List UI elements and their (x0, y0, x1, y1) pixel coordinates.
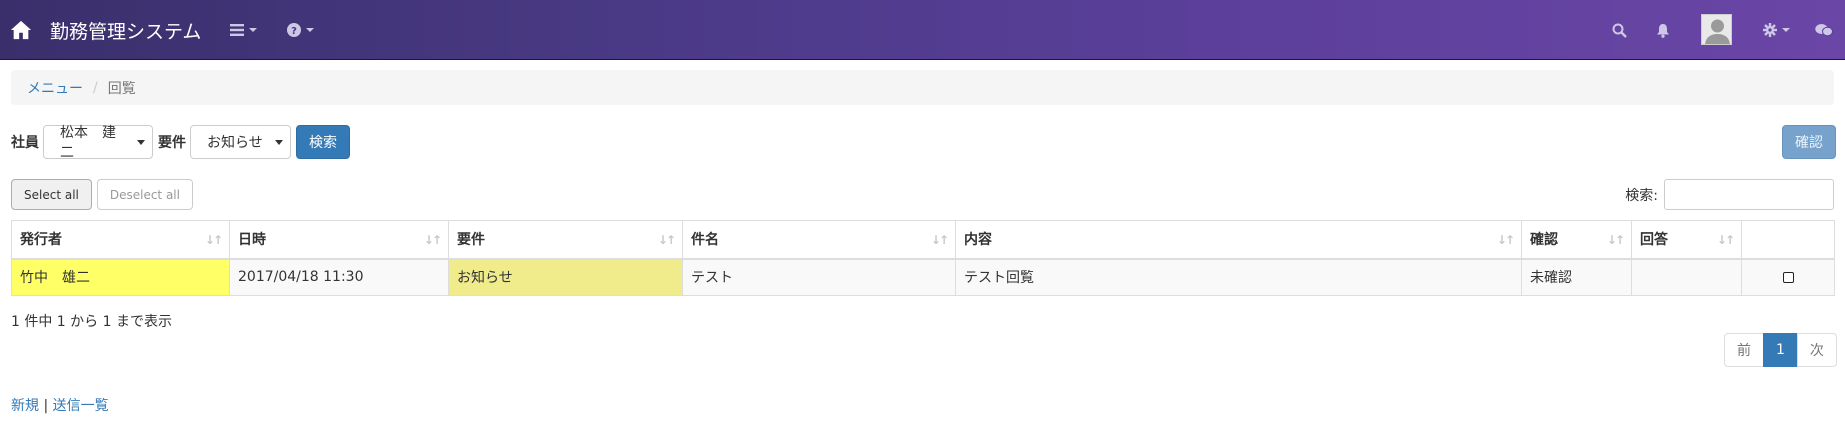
column-header-datetime[interactable]: 日時 ↓↑ (229, 220, 449, 260)
breadcrumb-link-menu[interactable]: メニュー (27, 78, 83, 98)
chat-button[interactable] (1815, 0, 1833, 60)
item-select[interactable]: お知らせ (190, 125, 291, 159)
breadcrumb: メニュー / 回覧 (11, 70, 1834, 105)
row-checkbox[interactable] (1782, 271, 1794, 283)
pagination-prev[interactable]: 前 (1724, 333, 1764, 367)
cell-content: テスト回覧 (955, 258, 1522, 296)
table-search-label: 検索: (1625, 187, 1658, 204)
help-icon: ? (287, 23, 301, 37)
column-header-item[interactable]: 要件 ↓↑ (448, 220, 683, 260)
settings-dropdown[interactable] (1763, 0, 1790, 60)
list-menu-icon (230, 24, 244, 36)
column-header-subject[interactable]: 件名 ↓↑ (682, 220, 956, 260)
help-menu-dropdown[interactable]: ? (287, 0, 314, 60)
sort-icon: ↓↑ (204, 233, 223, 247)
column-header-confirm[interactable]: 確認 ↓↑ (1521, 220, 1632, 260)
avatar[interactable] (1701, 14, 1732, 45)
pagination-next[interactable]: 次 (1796, 333, 1837, 367)
deselect-all-button[interactable]: Deselect all (96, 179, 193, 210)
cell-subject: テスト (682, 258, 956, 296)
cell-answer (1631, 258, 1742, 296)
cell-issuer: 竹中 雄二 (11, 258, 230, 296)
sort-icon: ↓↑ (657, 233, 676, 247)
search-icon (1612, 23, 1627, 38)
chevron-down-icon (249, 28, 257, 32)
column-header-select (1741, 220, 1835, 260)
table-search-input[interactable] (1664, 179, 1834, 210)
circular-table: 発行者 ↓↑ 日時 ↓↑ 要件 ↓↑ 件名 ↓↑ 内容 ↓↑ 確認 ↓↑ 回答 ↓↑ 竹中 雄… (11, 220, 1835, 296)
column-header-content[interactable]: 内容 ↓↑ (955, 220, 1522, 260)
item-select-value: お知らせ (207, 135, 263, 151)
sort-icon: ↓↑ (1496, 233, 1515, 247)
dropdown-arrow-icon (275, 140, 283, 145)
search-button[interactable] (1612, 0, 1627, 60)
user-silhouette-icon (1705, 19, 1730, 44)
column-header-answer[interactable]: 回答 ↓↑ (1631, 220, 1742, 260)
notifications-button[interactable] (1656, 0, 1670, 60)
svg-text:?: ? (291, 26, 297, 37)
breadcrumb-separator: / (93, 79, 98, 96)
filter-bar: 社員 松本 建二 要件 お知らせ 検索 (11, 125, 350, 161)
dropdown-arrow-icon (137, 140, 145, 145)
selection-controls: Select all Deselect all (11, 179, 193, 210)
table-row[interactable]: 竹中 雄二 2017/04/18 11:30 お知らせ テスト テスト回覧 未確… (11, 258, 1835, 296)
confirm-button[interactable]: 確認 (1782, 125, 1836, 159)
brand-link[interactable]: 勤務管理システム (10, 0, 201, 60)
cell-datetime: 2017/04/18 11:30 (229, 258, 449, 296)
chevron-down-icon (1782, 28, 1790, 32)
chat-icon (1815, 24, 1833, 37)
column-header-issuer[interactable]: 発行者 ↓↑ (11, 220, 230, 260)
gear-icon (1763, 23, 1777, 37)
sent-list-link[interactable]: 送信一覧 (53, 398, 109, 414)
table-header-row: 発行者 ↓↑ 日時 ↓↑ 要件 ↓↑ 件名 ↓↑ 内容 ↓↑ 確認 ↓↑ 回答 ↓↑ (11, 220, 1835, 260)
sort-icon: ↓↑ (1716, 233, 1735, 247)
breadcrumb-current: 回覧 (107, 80, 136, 97)
cell-item: お知らせ (448, 258, 683, 296)
employee-select-value: 松本 建二 (60, 125, 116, 161)
bell-icon (1657, 23, 1669, 38)
home-icon[interactable] (10, 19, 32, 41)
employee-select[interactable]: 松本 建二 (43, 125, 153, 161)
list-menu-dropdown[interactable] (230, 0, 257, 60)
cell-select (1741, 258, 1835, 296)
employee-label: 社員 (11, 135, 39, 151)
sort-icon: ↓↑ (1606, 233, 1625, 247)
chevron-down-icon (306, 28, 314, 32)
cell-confirm: 未確認 (1521, 258, 1632, 296)
select-all-button[interactable]: Select all (11, 179, 92, 210)
brand-title[interactable]: 勤務管理システム (50, 17, 201, 44)
pagination-page-1[interactable]: 1 (1763, 333, 1798, 367)
footer-links: 新規 | 送信一覧 (11, 395, 109, 415)
new-link[interactable]: 新規 (11, 398, 39, 414)
pagination: 前 1 次 (1724, 333, 1837, 367)
search-submit-button[interactable]: 検索 (296, 125, 350, 159)
top-navbar: 勤務管理システム ? (0, 0, 1845, 60)
table-search: 検索: (1625, 179, 1834, 210)
table-info: 1 件中 1 から 1 まで表示 (11, 314, 172, 330)
sort-icon: ↓↑ (423, 233, 442, 247)
footer-separator: | (43, 398, 49, 414)
item-label: 要件 (158, 135, 186, 151)
sort-icon: ↓↑ (930, 233, 949, 247)
